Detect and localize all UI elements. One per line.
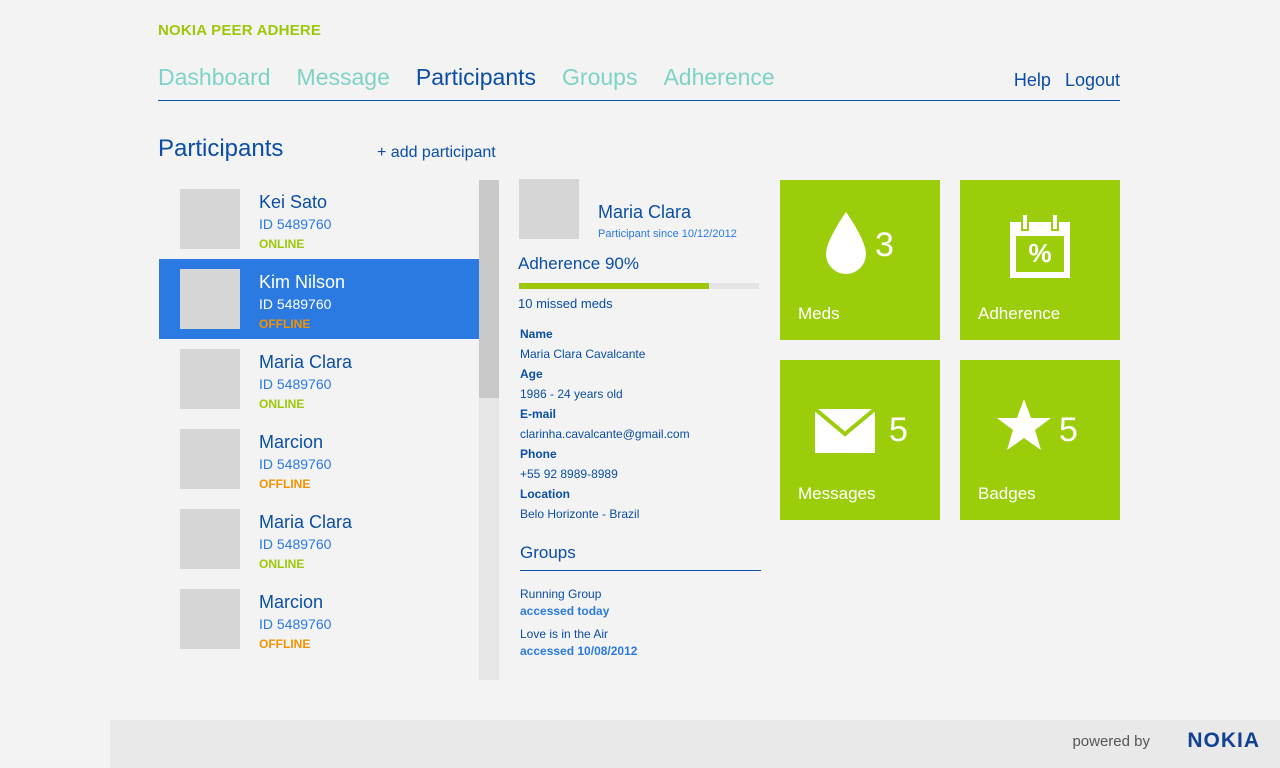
calendar-percent-text: %: [1028, 238, 1052, 268]
participant-list-scrollbar[interactable]: [479, 180, 499, 680]
messages-label: Messages: [798, 484, 876, 503]
messages-tile[interactable]: 5 Messages: [780, 360, 940, 520]
meds-tile[interactable]: 3 Meds: [780, 180, 940, 340]
nav-message[interactable]: Message: [297, 64, 390, 91]
participant-avatar: [180, 429, 240, 489]
missed-meds: 10 missed meds: [518, 296, 613, 311]
group-name[interactable]: Love is in the Air: [520, 627, 608, 641]
participant-avatar: [180, 349, 240, 409]
participant-avatar: [180, 589, 240, 649]
help-link[interactable]: Help: [1014, 70, 1051, 91]
badges-tile[interactable]: 5 Badges: [960, 360, 1120, 520]
adherence-tile-label: Adherence: [978, 304, 1061, 323]
info-value-name: Maria Clara Cavalcante: [520, 347, 646, 361]
participant-row[interactable]: Kim Nilson ID 5489760 OFFLINE: [159, 259, 479, 339]
adherence-progress-fill: [519, 283, 709, 289]
group-access: accessed today: [520, 604, 610, 618]
participant-row-id: ID 5489760: [259, 616, 332, 632]
add-participant-link[interactable]: + add participant: [377, 144, 496, 162]
drop-icon: [826, 212, 866, 274]
adherence-progress-bar: [519, 283, 759, 289]
participant-row[interactable]: Maria Clara ID 5489760 ONLINE: [159, 339, 479, 419]
nav-participants[interactable]: Participants: [416, 64, 536, 91]
badges-count: 5: [1059, 411, 1078, 449]
star-icon: [997, 399, 1051, 450]
scrollbar-thumb[interactable]: [479, 180, 499, 398]
participant-avatar: [180, 189, 240, 249]
nav-groups[interactable]: Groups: [562, 64, 637, 91]
adherence-label: Adherence 90%: [518, 254, 639, 273]
info-label-location: Location: [520, 487, 570, 501]
participant-row-id: ID 5489760: [259, 376, 332, 392]
participant-status-badge: ONLINE: [259, 397, 305, 411]
participant-status-badge: OFFLINE: [259, 477, 311, 491]
participant-row-name: Kei Sato: [259, 192, 328, 212]
participant-status-badge: ONLINE: [259, 237, 305, 251]
participant-row-name: Marcion: [259, 592, 324, 612]
participant-since: Participant since 10/12/2012: [598, 228, 737, 240]
nokia-logo: NOKIA: [1187, 729, 1260, 752]
participant-row-name: Marcion: [259, 432, 324, 452]
powered-by-text: powered by: [1072, 733, 1150, 750]
messages-count: 5: [889, 411, 908, 449]
nav-dashboard[interactable]: Dashboard: [158, 64, 271, 91]
participant-row[interactable]: Maria Clara ID 5489760 ONLINE: [159, 499, 479, 579]
participant-row-name: Maria Clara: [259, 512, 353, 532]
participant-status-badge: ONLINE: [259, 557, 305, 571]
logout-link[interactable]: Logout: [1065, 70, 1120, 91]
group-access: accessed 10/08/2012: [520, 644, 638, 658]
participant-list: Kei Sato ID 5489760 ONLINE Kim Nilson ID 548…: [159, 179, 479, 679]
page-title: Participants: [158, 135, 284, 162]
user-nav: Help Logout: [1014, 70, 1120, 91]
groups-heading: Groups: [520, 543, 576, 562]
info-label-phone: Phone: [520, 447, 557, 461]
info-value-age: 1986 - 24 years old: [520, 387, 623, 401]
nav-divider: [158, 100, 1120, 101]
footer: powered by NOKIA: [110, 720, 1280, 768]
nav-adherence[interactable]: Adherence: [663, 64, 774, 91]
participant-row-name: Kim Nilson: [259, 272, 346, 292]
info-value-location: Belo Horizonte - Brazil: [520, 507, 640, 521]
participant-avatar: [180, 509, 240, 569]
info-value-email: clarinha.cavalcante@gmail.com: [520, 427, 690, 441]
participant-status-badge: OFFLINE: [259, 317, 311, 331]
info-label-age: Age: [520, 367, 543, 381]
participant-avatar: [180, 269, 240, 329]
group-name[interactable]: Running Group: [520, 587, 601, 601]
participant-info: Name Maria Clara Cavalcante Age 1986 - 2…: [520, 326, 690, 526]
badges-label: Badges: [978, 484, 1036, 503]
info-label-name: Name: [520, 327, 553, 341]
participant-status-badge: OFFLINE: [259, 637, 311, 651]
info-label-email: E-mail: [520, 407, 557, 421]
participant-row[interactable]: Marcion ID 5489760 OFFLINE: [159, 419, 479, 499]
participant-photo: [519, 179, 579, 239]
participant-name: Maria Clara: [598, 202, 692, 222]
participant-row-name: Maria Clara: [259, 352, 353, 372]
calendar-percent-icon: %: [1008, 212, 1072, 280]
groups-divider: [520, 570, 761, 571]
participant-row[interactable]: Marcion ID 5489760 OFFLINE: [159, 579, 479, 659]
app-title: NOKIA PEER ADHERE: [158, 22, 322, 39]
meds-label: Meds: [798, 304, 840, 323]
meds-count: 3: [875, 226, 894, 264]
participant-row-id: ID 5489760: [259, 456, 332, 472]
participant-row-id: ID 5489760: [259, 536, 332, 552]
participant-row-id: ID 5489760: [259, 296, 332, 312]
participant-row-id: ID 5489760: [259, 216, 332, 232]
participant-row[interactable]: Kei Sato ID 5489760 ONLINE: [159, 179, 479, 259]
info-value-phone: +55 92 8989-8989: [520, 467, 618, 481]
main-nav: Dashboard Message Participants Groups Ad…: [158, 64, 775, 91]
adherence-tile[interactable]: % Adherence: [960, 180, 1120, 340]
envelope-icon: [814, 408, 876, 453]
